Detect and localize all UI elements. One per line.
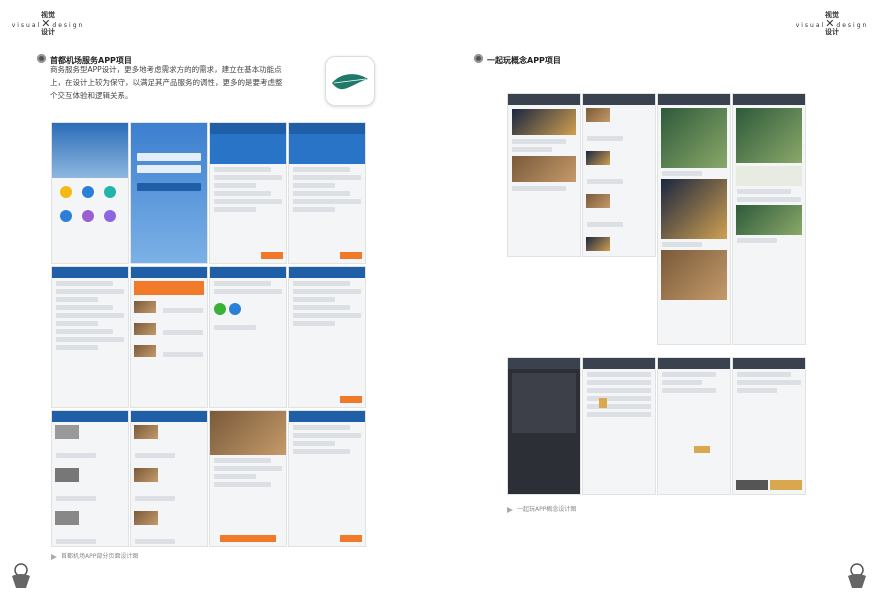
- brand-word-right: design: [52, 22, 85, 29]
- right-section-title: 一起玩概念APP项目: [487, 56, 561, 65]
- concept-screen-list: [582, 93, 656, 257]
- play-arrow-icon: [507, 506, 513, 513]
- screen-order-detail: [130, 266, 208, 408]
- screen-order-fill: [288, 266, 366, 408]
- screen-cars: [51, 410, 129, 547]
- concept-screen-feed: [507, 93, 581, 257]
- screen-orders: [51, 266, 129, 408]
- screen-login: [130, 122, 208, 264]
- screen-payment: [209, 266, 287, 408]
- right-section-heading: 一起玩概念APP项目: [474, 48, 561, 67]
- brand-title-bottom: 设计: [41, 28, 55, 36]
- play-arrow-icon: [51, 553, 57, 560]
- bullet-icon: [474, 54, 483, 63]
- brand-word-left: visual: [11, 22, 42, 29]
- ornament-left-icon: [8, 562, 34, 594]
- concept-screen-dark: [507, 357, 581, 495]
- screen-booking-1: [209, 122, 287, 264]
- screen-lounges: [130, 410, 208, 547]
- concept-screens-grid: [507, 93, 806, 495]
- concept-screen-calendar: [582, 357, 656, 495]
- screen-order-fill-2: [288, 410, 366, 547]
- screen-booking-2: [288, 122, 366, 264]
- right-caption-text: 一起玩APP概念设计图: [517, 506, 577, 513]
- brand-mark-right: 视觉 visual✕design 设计: [792, 12, 872, 36]
- airport-screens-grid: [51, 122, 366, 547]
- brand-word-left: visual: [795, 22, 826, 29]
- concept-screen-profile: [732, 357, 806, 495]
- brand-word-right: design: [836, 22, 869, 29]
- right-caption: 一起玩APP概念设计图: [507, 504, 576, 513]
- concept-screen-chat: [657, 357, 731, 495]
- brand-mark-left: 视觉 visual✕design 设计: [8, 12, 88, 36]
- left-section-description: 商务服务型APP设计，更多地考虑需求方的的需求，建立在基本功能点上，在设计上较为…: [50, 65, 283, 100]
- screen-lounge-detail: [209, 410, 287, 547]
- left-caption-text: 首都机场APP部分页面设计图: [61, 553, 139, 560]
- brand-title-bottom: 设计: [825, 28, 839, 36]
- app-logo-tile: [325, 56, 375, 106]
- feather-logo-icon: [332, 74, 368, 90]
- ornament-right-icon: [844, 562, 870, 594]
- concept-screen-gallery: [657, 93, 731, 345]
- left-caption: 首都机场APP部分页面设计图: [51, 551, 138, 560]
- screen-home: [51, 122, 129, 264]
- bullet-icon: [37, 54, 46, 63]
- concept-screen-detail: [732, 93, 806, 345]
